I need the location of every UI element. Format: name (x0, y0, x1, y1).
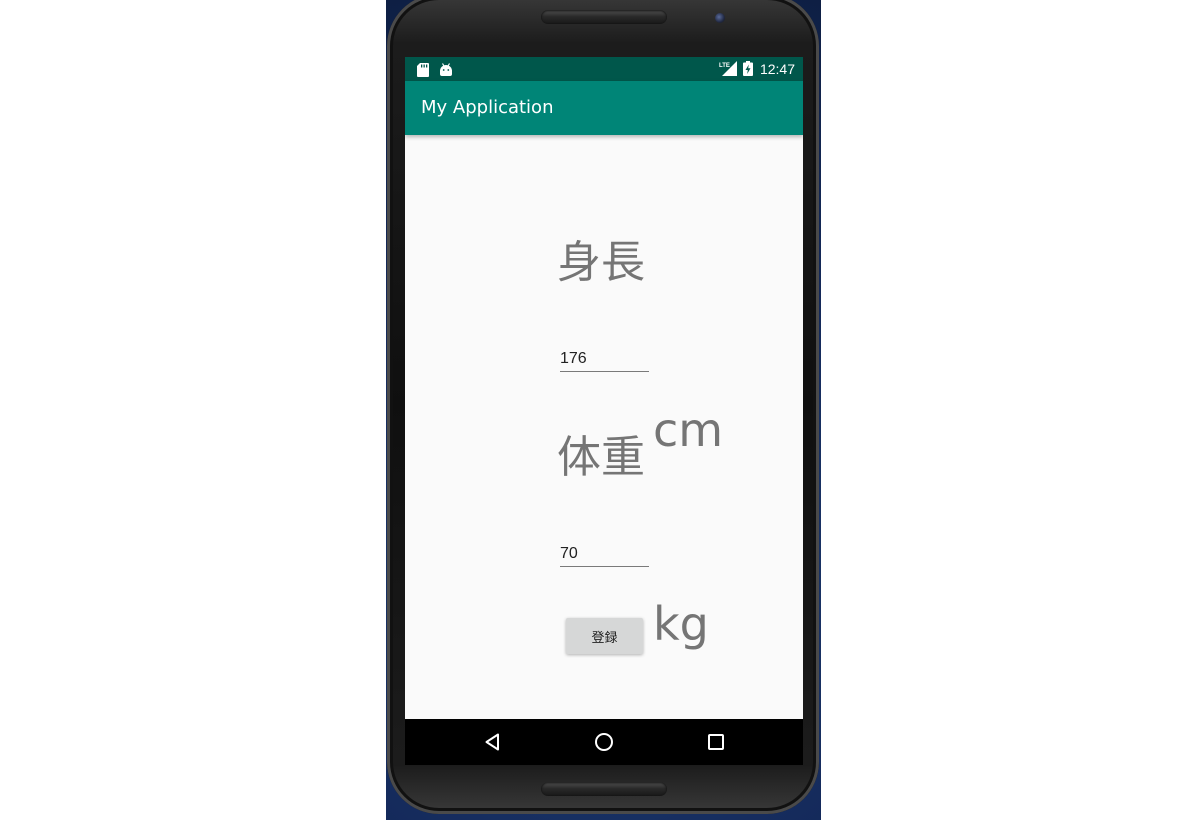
status-bar: LTE 12:47 (405, 57, 803, 81)
device-screen: LTE 12:47 My Application 身長 176 cm 体重 70… (405, 57, 803, 765)
earpiece-speaker (541, 10, 667, 24)
lte-signal-icon: LTE (719, 61, 737, 80)
weight-input-value: 70 (560, 545, 578, 562)
bottom-speaker (541, 782, 667, 796)
weight-unit-label: kg (653, 597, 709, 651)
battery-charging-icon (743, 61, 753, 80)
height-input-value: 176 (560, 350, 587, 367)
front-camera (715, 13, 725, 23)
svg-text:LTE: LTE (719, 63, 730, 69)
sd-card-icon (417, 62, 429, 81)
weight-input[interactable]: 70 (560, 540, 649, 567)
main-content: 身長 176 cm 体重 70 kg 登録 (405, 135, 803, 719)
height-input[interactable]: 176 (560, 345, 649, 372)
height-label: 身長 (557, 237, 645, 288)
register-button[interactable]: 登録 (566, 618, 643, 654)
height-unit-label: cm (653, 403, 724, 457)
app-title: My Application (421, 97, 554, 118)
home-icon[interactable] (592, 730, 616, 754)
weight-label: 体重 (557, 432, 645, 483)
app-toolbar: My Application (405, 81, 803, 135)
status-clock: 12:47 (759, 61, 795, 77)
back-icon[interactable] (481, 730, 505, 754)
navigation-bar (405, 719, 803, 765)
recents-icon[interactable] (704, 730, 728, 754)
android-debug-icon (439, 62, 453, 81)
